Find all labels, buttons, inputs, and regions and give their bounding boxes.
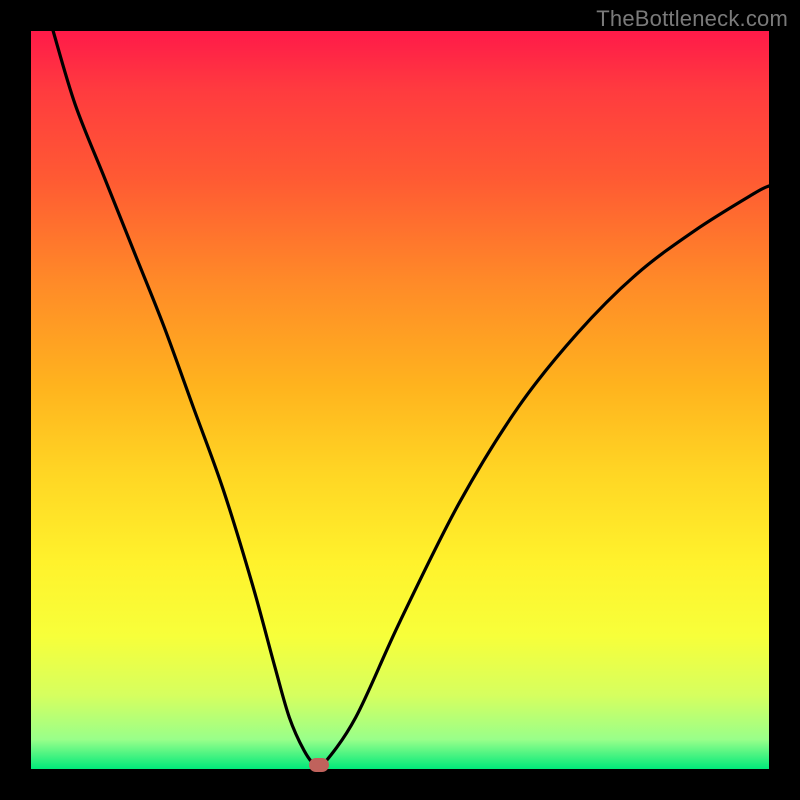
- watermark-label: TheBottleneck.com: [596, 6, 788, 32]
- bottleneck-curve: [31, 31, 769, 769]
- optimal-point-marker: [309, 758, 329, 772]
- chart-frame: TheBottleneck.com: [0, 0, 800, 800]
- plot-area: [31, 31, 769, 769]
